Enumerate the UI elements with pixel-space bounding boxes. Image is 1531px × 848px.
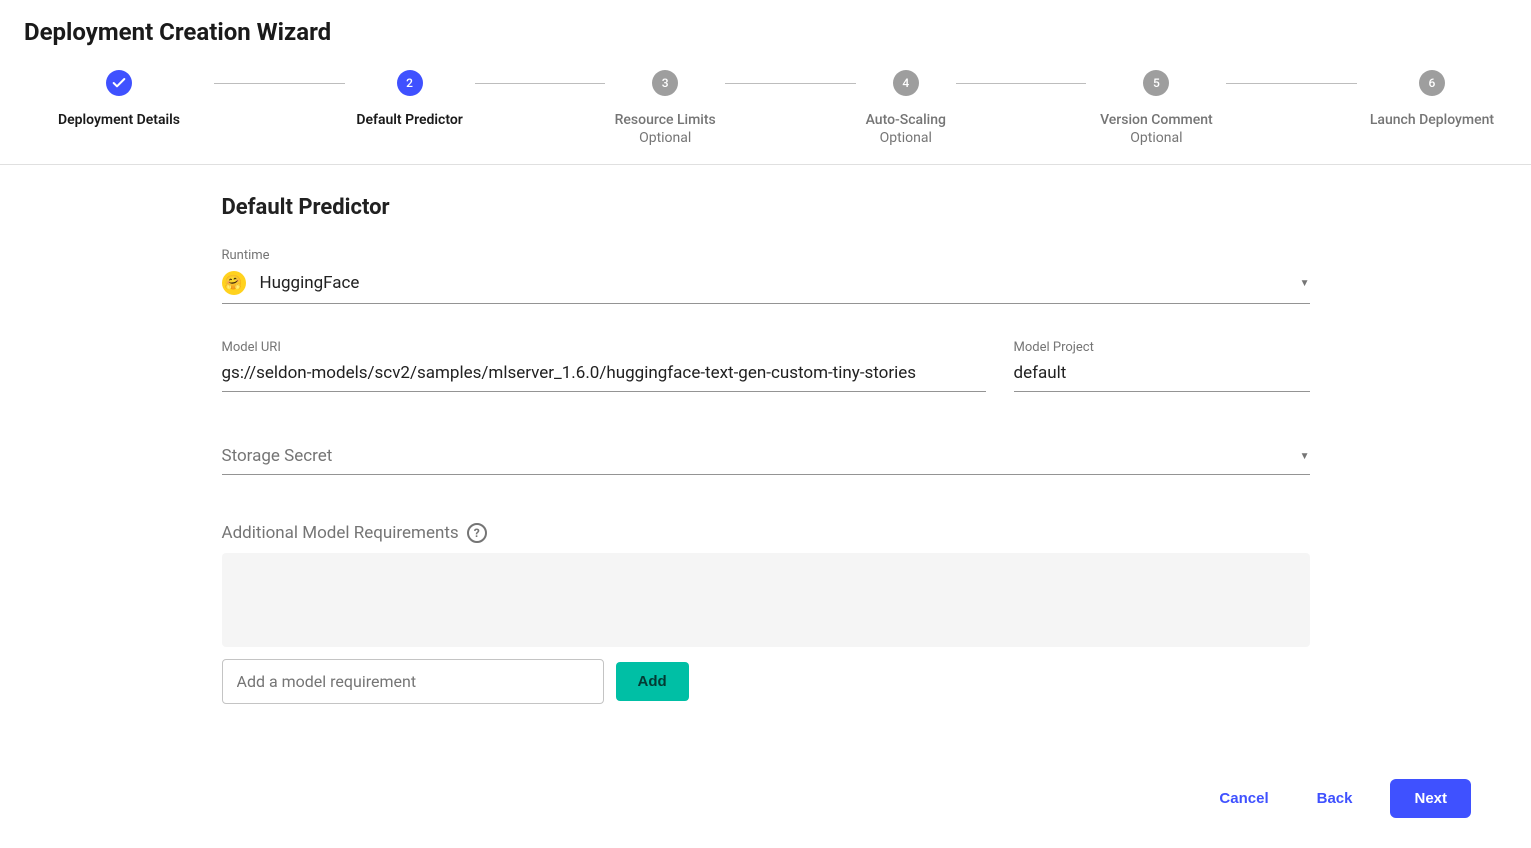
step-label: Deployment Details — [58, 112, 180, 128]
step-number: 4 — [893, 70, 919, 96]
requirements-list — [222, 553, 1310, 647]
step-number: 6 — [1419, 70, 1445, 96]
huggingface-icon: 🤗 — [222, 271, 246, 295]
storage-secret-placeholder: Storage Secret — [222, 446, 1300, 466]
stepper: Deployment Details 2 Default Predictor 3… — [0, 56, 1531, 165]
step-sublabel: Optional — [880, 130, 932, 146]
step-resource-limits[interactable]: 3 Resource Limits Optional — [605, 70, 725, 146]
step-label: Launch Deployment — [1370, 112, 1494, 128]
model-project-label: Model Project — [1014, 340, 1310, 355]
next-button[interactable]: Next — [1390, 779, 1471, 818]
model-uri-label: Model URI — [222, 340, 986, 355]
section-title: Default Predictor — [222, 195, 1310, 220]
step-auto-scaling[interactable]: 4 Auto-Scaling Optional — [856, 70, 956, 146]
runtime-value: HuggingFace — [260, 273, 1300, 293]
help-icon[interactable]: ? — [467, 523, 487, 543]
chevron-down-icon: ▼ — [1300, 451, 1310, 462]
back-button[interactable]: Back — [1307, 782, 1363, 815]
cancel-button[interactable]: Cancel — [1209, 782, 1278, 815]
step-connector — [475, 83, 606, 84]
check-icon — [106, 70, 132, 96]
runtime-label: Runtime — [222, 248, 1310, 263]
step-number: 5 — [1143, 70, 1169, 96]
step-sublabel: Optional — [639, 130, 691, 146]
step-sublabel: Optional — [1130, 130, 1182, 146]
wizard-title: Deployment Creation Wizard — [0, 0, 1531, 56]
requirements-label: Additional Model Requirements — [222, 523, 459, 543]
add-requirement-button[interactable]: Add — [616, 662, 689, 701]
step-default-predictor[interactable]: 2 Default Predictor — [345, 70, 475, 128]
step-launch-deployment[interactable]: 6 Launch Deployment — [1357, 70, 1507, 128]
step-label: Default Predictor — [356, 112, 463, 128]
step-label: Auto-Scaling — [866, 112, 946, 128]
step-label: Version Comment — [1100, 112, 1213, 128]
model-project-input[interactable] — [1014, 357, 1310, 392]
step-label: Resource Limits — [615, 112, 716, 128]
step-connector — [214, 83, 345, 84]
chevron-down-icon: ▼ — [1300, 278, 1310, 289]
step-deployment-details[interactable]: Deployment Details — [24, 70, 214, 128]
step-number: 3 — [652, 70, 678, 96]
storage-secret-select[interactable]: Storage Secret ▼ — [222, 440, 1310, 475]
wizard-footer: Cancel Back Next — [0, 763, 1531, 848]
step-connector — [725, 83, 856, 84]
step-version-comment[interactable]: 5 Version Comment Optional — [1086, 70, 1226, 146]
requirement-input[interactable] — [222, 659, 604, 704]
runtime-select[interactable]: 🤗 HuggingFace ▼ — [222, 265, 1310, 304]
step-connector — [1226, 83, 1357, 84]
step-connector — [956, 83, 1087, 84]
model-uri-input[interactable] — [222, 357, 986, 392]
step-number: 2 — [397, 70, 423, 96]
